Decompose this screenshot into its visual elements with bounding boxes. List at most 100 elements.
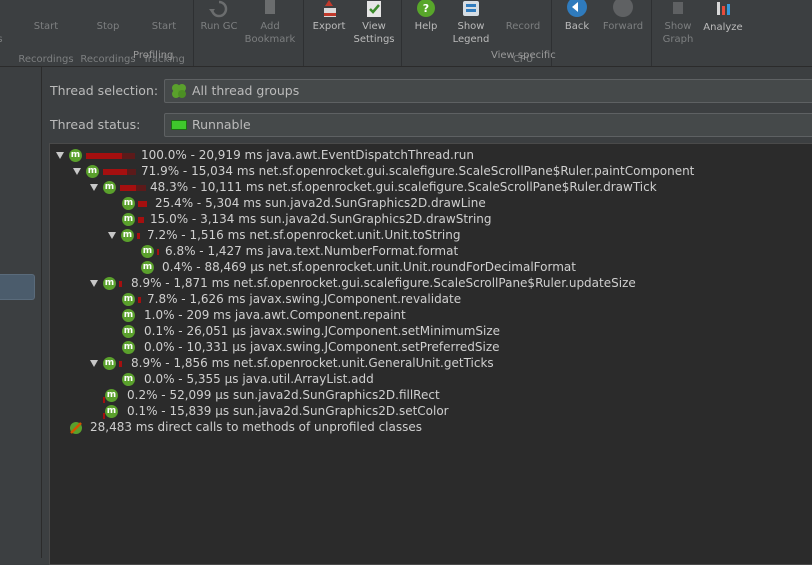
percent-bar (103, 169, 127, 175)
graph-icon (673, 2, 683, 14)
analyze-label: Analyze (703, 22, 743, 33)
call-tree: m 100.0% - 20,919 ms java.awt.EventDispa… (49, 143, 812, 565)
node-text: 15.0% - 3,134 ms sun.java2d.SunGraphics2… (150, 212, 492, 226)
percent-bar (86, 153, 122, 159)
tree-node[interactable]: m 15.0% - 3,134 ms sun.java2d.SunGraphic… (50, 211, 810, 227)
thread-selection-label: Thread selection: (50, 83, 159, 98)
node-text: 8.9% - 1,871 ms net.sf.openrocket.gui.sc… (131, 276, 636, 290)
percent-bar (138, 297, 141, 303)
thread-status-label: Thread status: (50, 117, 141, 132)
expand-triangle-icon[interactable] (90, 360, 98, 367)
add-bookmark-button[interactable]: Add Bookmark (244, 0, 296, 48)
tree-node[interactable]: m 0.0% - 10,331 µs javax.swing.JComponen… (50, 339, 810, 355)
record-cpu-label: Record (505, 21, 541, 32)
forward-arrow-icon (613, 0, 633, 17)
help-icon: ? (417, 0, 435, 17)
node-text: 0.0% - 10,331 µs javax.swing.JComponent.… (144, 340, 500, 354)
start-tracking-button[interactable]: Start Tracking (140, 0, 188, 65)
node-text: 6.8% - 1,427 ms java.text.NumberFormat.f… (165, 244, 459, 258)
method-icon: m (122, 309, 135, 322)
percent-bar (119, 361, 122, 367)
tree-node[interactable]: m 7.2% - 1,516 ms net.sf.openrocket.unit… (50, 227, 810, 243)
thread-status-combo[interactable]: Runnable (164, 113, 812, 137)
legend-icon (463, 1, 479, 16)
method-icon: m (121, 229, 134, 242)
tree-node[interactable]: m 0.1% - 26,051 µs javax.swing.JComponen… (50, 323, 810, 339)
node-text: 28,483 ms direct calls to methods of unp… (90, 420, 422, 434)
stop-recordings-label: Stop (96, 21, 120, 32)
percent-bar (137, 233, 140, 239)
view-settings-label-2: Settings (353, 34, 395, 45)
method-icon: m (103, 277, 116, 290)
show-legend-button[interactable]: Show Legend (448, 0, 494, 48)
percent-bar-dark (122, 153, 135, 159)
cut-off-label: s (0, 33, 4, 46)
show-graph-button[interactable]: Show Graph (656, 0, 700, 48)
tree-node[interactable]: m 8.9% - 1,871 ms net.sf.openrocket.gui.… (50, 275, 810, 291)
tree-node[interactable]: m 1.0% - 209 ms java.awt.Component.repai… (50, 307, 810, 323)
help-label: Help (414, 21, 438, 32)
percent-bar-dark (136, 185, 146, 191)
node-text: 25.4% - 5,304 ms sun.java2d.SunGraphics2… (155, 196, 486, 210)
method-icon: m (105, 405, 118, 418)
add-bookmark-label-2: Bookmark (244, 34, 296, 45)
selected-nav-item[interactable] (0, 274, 35, 300)
thread-selection-combo[interactable]: All thread groups (164, 79, 812, 103)
stop-recordings-button[interactable]: Stop Recordings (78, 0, 138, 65)
tree-node[interactable]: m 8.9% - 1,856 ms net.sf.openrocket.unit… (50, 355, 810, 371)
tree-node[interactable]: 28,483 ms direct calls to methods of unp… (50, 419, 810, 435)
method-icon: m (122, 341, 135, 354)
tree-node[interactable]: m 25.4% - 5,304 ms sun.java2d.SunGraphic… (50, 195, 810, 211)
expand-triangle-icon[interactable] (56, 152, 64, 159)
percent-bar-dark (127, 169, 136, 175)
expand-triangle-icon[interactable] (73, 168, 81, 175)
help-button[interactable]: ? Help (406, 0, 446, 48)
export-button[interactable]: Export (308, 0, 350, 48)
percent-bar (138, 217, 144, 223)
show-graph-label-2: Graph (662, 34, 694, 45)
expand-triangle-icon[interactable] (90, 280, 98, 287)
start-recordings-button[interactable]: Start Recordings (16, 0, 76, 65)
tree-node[interactable]: m 7.8% - 1,626 ms javax.swing.JComponent… (50, 291, 810, 307)
forward-button[interactable]: Forward (600, 0, 646, 48)
record-cpu-button[interactable]: Record CPU (500, 0, 546, 65)
node-text: 100.0% - 20,919 ms java.awt.EventDispatc… (141, 148, 474, 162)
thread-status-value: Runnable (192, 117, 251, 132)
back-button[interactable]: Back (556, 0, 598, 48)
toolbar-separator (193, 0, 194, 66)
method-icon: m (122, 373, 135, 386)
tree-node[interactable]: m 48.3% - 10,111 ms net.sf.openrocket.gu… (50, 179, 810, 195)
tree-node[interactable]: m 0.0% - 5,355 µs java.util.ArrayList.ad… (50, 371, 810, 387)
cut-off-button[interactable]: s (0, 0, 4, 48)
node-text: 0.4% - 88,469 µs net.sf.openrocket.unit.… (162, 260, 576, 274)
settings-checklist-icon (367, 1, 381, 17)
tree-node[interactable]: m 0.2% - 52,099 µs sun.java2d.SunGraphic… (50, 387, 810, 403)
tree-node[interactable]: m 6.8% - 1,427 ms java.text.NumberFormat… (50, 243, 810, 259)
method-icon: m (122, 293, 135, 306)
method-icon: m (122, 325, 135, 338)
recycle-icon (209, 0, 228, 18)
node-text: 71.9% - 15,034 ms net.sf.openrocket.gui.… (141, 164, 695, 178)
node-text: 0.1% - 26,051 µs javax.swing.JComponent.… (144, 324, 501, 338)
method-icon: m (86, 165, 99, 178)
percent-bar (120, 185, 136, 191)
runnable-status-icon (171, 120, 187, 130)
run-gc-button[interactable]: Run GC (196, 0, 242, 48)
thread-selection-value: All thread groups (192, 83, 300, 98)
expand-triangle-icon[interactable] (90, 184, 98, 191)
analyze-button[interactable]: Analyze (702, 0, 744, 48)
method-icon: m (103, 181, 116, 194)
start-recordings-label-2: Recordings (18, 54, 74, 65)
method-icon: m (122, 213, 135, 226)
method-icon: m (103, 357, 116, 370)
back-label: Back (564, 21, 590, 32)
svg-text:?: ? (423, 2, 429, 15)
tree-node[interactable]: m 100.0% - 20,919 ms java.awt.EventDispa… (50, 147, 810, 163)
expand-triangle-icon[interactable] (108, 232, 116, 239)
tree-node[interactable]: m 0.4% - 88,469 µs net.sf.openrocket.uni… (50, 259, 810, 275)
tree-node[interactable]: m 0.1% - 15,839 µs sun.java2d.SunGraphic… (50, 403, 810, 419)
tree-node[interactable]: m 71.9% - 15,034 ms net.sf.openrocket.gu… (50, 163, 810, 179)
view-settings-button[interactable]: View Settings (352, 0, 396, 48)
method-icon: m (122, 197, 135, 210)
node-text: 7.2% - 1,516 ms net.sf.openrocket.unit.U… (147, 228, 461, 242)
